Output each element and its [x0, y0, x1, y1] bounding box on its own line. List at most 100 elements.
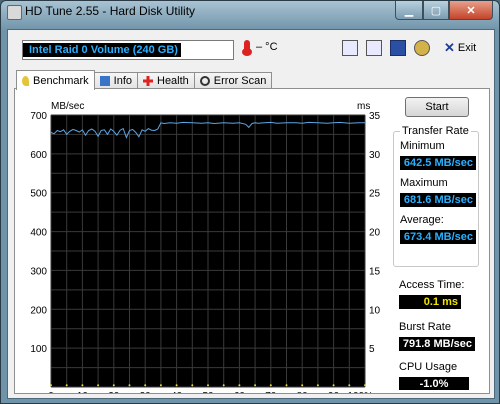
lightbulb-icon: [22, 75, 29, 86]
transfer-rate-group: Transfer Rate Minimum 642.5 MB/sec Maxim…: [393, 125, 479, 267]
exit-icon: ✕: [444, 40, 455, 55]
access-time-point: [159, 384, 162, 387]
y-tick-label-left: 500: [30, 189, 47, 200]
app-window: HD Tune 2.55 - Hard Disk Utility ▁ ▢ ✕ I…: [0, 0, 500, 404]
copy-text-icon: [342, 40, 358, 56]
benchmark-panel: MB/sec ms 700 600 500 400 300 200 100 35 30 25 20 15 1…: [14, 88, 490, 394]
tab-bar: Benchmark Info Health Error Scan: [16, 70, 273, 90]
minimize-icon: ▁: [404, 4, 414, 17]
access-time-point: [269, 384, 272, 387]
x-tick-label: 0: [48, 391, 54, 393]
access-time-point: [254, 384, 257, 387]
minimum-label: Minimum: [400, 140, 445, 152]
burst-rate-label: Burst Rate: [399, 321, 451, 333]
y-tick-label-left: 700: [30, 111, 47, 122]
window-controls: ▁ ▢ ✕: [395, 1, 493, 20]
temperature-display: – °C: [242, 40, 278, 56]
x-tick-label: 100%: [347, 391, 373, 393]
transfer-rate-title: Transfer Rate: [400, 125, 471, 137]
toolbar-icons: [340, 38, 432, 58]
title-bar: HD Tune 2.55 - Hard Disk Utility ▁ ▢ ✕: [1, 1, 499, 23]
client-area: Intel Raid 0 Volume (240 GB) ▼ – °C ✕ Ex…: [7, 29, 495, 399]
options-icon: [414, 40, 430, 56]
y-tick-label-left: 300: [30, 266, 47, 277]
y-axis-left-label: MB/sec: [51, 101, 84, 112]
x-tick-label: 80: [297, 391, 309, 393]
x-tick-label: 30: [140, 391, 152, 393]
window-title: HD Tune 2.55 - Hard Disk Utility: [25, 4, 196, 18]
start-button[interactable]: Start: [405, 97, 469, 117]
maximum-value: 681.6 MB/sec: [400, 193, 476, 207]
access-time-point: [128, 384, 131, 387]
y-tick-label-right: 30: [369, 150, 381, 161]
average-label: Average:: [400, 214, 444, 226]
close-button[interactable]: ✕: [449, 1, 493, 20]
access-time-point: [144, 384, 147, 387]
x-tick-label: 40: [171, 391, 183, 393]
benchmark-chart: MB/sec ms70060050040030020010035302520151…: [30, 101, 381, 393]
access-time-point: [65, 384, 68, 387]
options-button[interactable]: [412, 38, 432, 58]
x-tick-label: 70: [265, 391, 277, 393]
maximum-label: Maximum: [400, 177, 448, 189]
access-time-point: [332, 384, 335, 387]
tab-info[interactable]: Info: [93, 72, 138, 89]
copy-text-button[interactable]: [340, 38, 360, 58]
access-time-point: [285, 384, 288, 387]
info-icon: [99, 76, 110, 86]
access-time-point: [238, 384, 241, 387]
tab-benchmark[interactable]: Benchmark: [16, 70, 95, 90]
access-time-point: [301, 384, 304, 387]
tab-label: Error Scan: [213, 75, 267, 87]
drive-select[interactable]: Intel Raid 0 Volume (240 GB) ▼: [22, 40, 234, 60]
toolbar: Intel Raid 0 Volume (240 GB) ▼ – °C ✕ Ex…: [8, 30, 494, 66]
exit-label: Exit: [457, 42, 477, 54]
x-tick-label: 60: [234, 391, 246, 393]
burst-rate-value: 791.8 MB/sec: [399, 337, 475, 351]
access-time-point: [364, 384, 366, 387]
copy-screenshot-button[interactable]: [364, 38, 384, 58]
y-tick-label-right: 15: [369, 266, 381, 277]
access-time-label: Access Time:: [399, 279, 465, 291]
average-value: 673.4 MB/sec: [400, 230, 476, 244]
access-time-point: [207, 384, 209, 387]
app-icon: [7, 5, 22, 20]
health-cross-icon: [143, 76, 153, 86]
y-tick-label-left: 400: [30, 228, 47, 239]
exit-button[interactable]: ✕ Exit: [444, 40, 476, 56]
close-icon: ✕: [466, 4, 476, 17]
save-button[interactable]: [388, 38, 408, 58]
access-time-value: 0.1 ms: [399, 295, 461, 309]
access-time-point: [112, 384, 115, 387]
x-tick-label: 90: [328, 391, 340, 393]
magnifier-icon: [199, 76, 210, 86]
maximize-button[interactable]: ▢: [423, 1, 449, 20]
x-tick-label: 20: [108, 391, 120, 393]
y-tick-label-left: 200: [30, 305, 47, 316]
access-time-point: [81, 384, 84, 387]
tab-label: Health: [157, 75, 189, 87]
y-tick-label-right: 20: [369, 228, 381, 239]
access-time-point: [222, 384, 225, 387]
y-tick-label-right: 25: [369, 189, 381, 200]
drive-select-value: Intel Raid 0 Volume (240 GB): [23, 43, 181, 57]
cpu-usage-value: -1.0%: [399, 377, 469, 390]
tab-label: Info: [113, 75, 132, 87]
minimum-value: 642.5 MB/sec: [400, 156, 476, 170]
minimize-button[interactable]: ▁: [395, 1, 423, 20]
access-time-point: [175, 384, 178, 387]
y-tick-label-right: 5: [369, 344, 375, 355]
access-time-point: [97, 384, 100, 387]
maximize-icon: ▢: [430, 4, 442, 17]
tab-error-scan[interactable]: Error Scan: [193, 72, 273, 89]
tab-health[interactable]: Health: [137, 72, 195, 89]
x-tick-label: 10: [77, 391, 89, 393]
access-time-point: [348, 384, 351, 387]
access-time-point: [50, 384, 52, 387]
y-tick-label-left: 600: [30, 150, 47, 161]
x-tick-label: 50: [202, 391, 214, 393]
save-icon: [390, 40, 406, 56]
cpu-usage-label: CPU Usage: [399, 361, 458, 373]
y-tick-label-left: 100: [30, 344, 47, 355]
tab-label: Benchmark: [33, 74, 89, 87]
